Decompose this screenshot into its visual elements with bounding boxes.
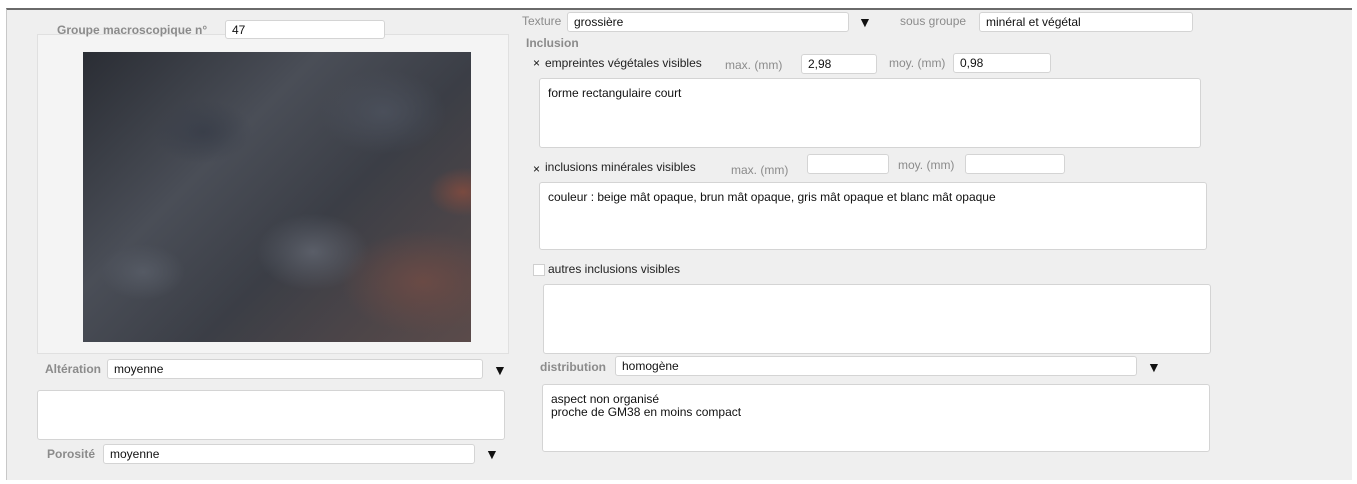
empreintes-moy-field[interactable]: 0,98 — [953, 53, 1051, 73]
autres-note-field[interactable] — [543, 284, 1211, 354]
minerales-note-field[interactable]: couleur : beige mât opaque, brun mât opa… — [539, 182, 1207, 250]
texture-dropdown-icon[interactable]: ▼ — [858, 14, 872, 30]
autres-checkbox[interactable] — [533, 264, 545, 276]
minerales-max-field[interactable] — [807, 154, 889, 174]
alteration-dropdown-icon[interactable]: ▼ — [493, 362, 507, 378]
autres-label: autres inclusions visibles — [548, 262, 681, 276]
empreintes-label: empreintes végétales visibles — [545, 56, 702, 70]
inclusion-heading: Inclusion — [526, 36, 579, 50]
minerales-label: inclusions minérales visibles — [545, 160, 696, 174]
porosite-label: Porosité — [47, 447, 96, 461]
alteration-note-field[interactable] — [37, 390, 505, 440]
sample-photo — [83, 52, 471, 342]
minerales-checkbox[interactable]: × — [533, 162, 540, 176]
alteration-label: Altération — [45, 362, 102, 376]
texture-label: Texture — [522, 14, 562, 28]
distribution-dropdown-icon[interactable]: ▼ — [1147, 359, 1161, 375]
minerales-max-label: max. (mm) — [731, 163, 789, 177]
distribution-label: distribution — [540, 360, 606, 374]
empreintes-max-label: max. (mm) — [725, 58, 783, 72]
porosite-dropdown-icon[interactable]: ▼ — [485, 446, 499, 462]
minerales-moy-field[interactable] — [965, 154, 1065, 174]
alteration-select[interactable]: moyenne — [107, 359, 483, 379]
sous-groupe-field[interactable]: minéral et végétal — [979, 12, 1193, 32]
sous-groupe-label: sous groupe — [900, 14, 967, 28]
group-number-field[interactable]: 47 — [225, 20, 385, 39]
empreintes-checkbox[interactable]: × — [533, 56, 540, 70]
distribution-select[interactable]: homogène — [615, 356, 1137, 376]
group-label: Groupe macroscopique n° — [57, 23, 208, 37]
form-panel: Groupe macroscopique n° 47 Altération mo… — [6, 8, 1352, 480]
minerales-moy-label: moy. (mm) — [898, 158, 955, 172]
distribution-note-field[interactable]: aspect non organisé proche de GM38 en mo… — [542, 384, 1210, 452]
empreintes-note-field[interactable]: forme rectangulaire court — [539, 78, 1201, 148]
texture-select[interactable]: grossière — [567, 12, 849, 32]
empreintes-moy-label: moy. (mm) — [889, 56, 946, 70]
empreintes-max-field[interactable]: 2,98 — [801, 54, 877, 74]
porosite-select[interactable]: moyenne — [103, 444, 475, 464]
